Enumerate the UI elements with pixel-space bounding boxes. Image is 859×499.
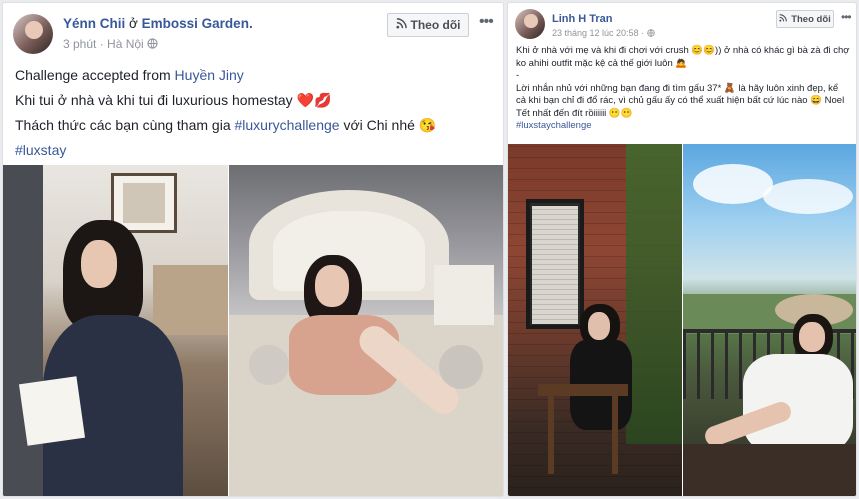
text-line-4: #luxstay bbox=[15, 138, 436, 163]
follow-button[interactable]: Theo dõi bbox=[776, 10, 834, 28]
post-meta: 23 tháng 12 lúc 20:58 · bbox=[552, 28, 655, 39]
text-segment: Khi tui ở nhà và khi tui đi luxurious ho… bbox=[15, 92, 293, 108]
post-header: Yénn Chii ở Embossi Garden. bbox=[63, 16, 253, 31]
post-text: Khi ở nhà với mẹ và khi đi chơi với crus… bbox=[516, 45, 850, 133]
photo-luxury-bed[interactable] bbox=[229, 165, 503, 496]
globe-icon bbox=[147, 38, 158, 52]
post-text: Challenge accepted from Huyền Jiny Khi t… bbox=[15, 63, 436, 163]
location-link[interactable]: Embossi Garden. bbox=[142, 16, 253, 31]
follow-label: Theo dõi bbox=[410, 18, 461, 32]
hashtag-link[interactable]: #luxurychallenge bbox=[235, 117, 340, 133]
hashtag-link[interactable]: #luxstay bbox=[15, 142, 66, 158]
text-line-1: Challenge accepted from Huyền Jiny bbox=[15, 63, 436, 88]
author-avatar[interactable] bbox=[13, 14, 53, 54]
post-time[interactable]: 3 phút bbox=[63, 37, 96, 51]
post-meta: 3 phút · Hà Nội bbox=[63, 37, 158, 52]
more-options-icon[interactable]: ••• bbox=[841, 11, 852, 23]
text-para-2: Lời nhắn nhủ với những bạn đang đi tìm g… bbox=[516, 82, 845, 119]
author-name[interactable]: Linh H Tran bbox=[552, 13, 613, 25]
text-segment: Thách thức các bạn cùng tham gia bbox=[15, 117, 231, 133]
author-name[interactable]: Yénn Chii bbox=[63, 16, 125, 31]
heart-kiss-emoji: ❤️💋 bbox=[296, 92, 332, 108]
mention-link[interactable]: Huyền Jiny bbox=[175, 67, 244, 83]
follow-button[interactable]: Theo dõi bbox=[387, 13, 469, 37]
wink-kiss-emoji: 😘 bbox=[418, 117, 437, 133]
post-place: Hà Nội bbox=[107, 37, 144, 51]
post-yenn-chii: Yénn Chii ở Embossi Garden. 3 phút · Hà … bbox=[2, 2, 504, 497]
hashtag-link[interactable]: #luxstaychallenge bbox=[516, 120, 850, 133]
text-line-3: Thách thức các bạn cùng tham gia #luxury… bbox=[15, 113, 436, 138]
location-prefix: ở bbox=[129, 16, 138, 31]
photo-at-home[interactable] bbox=[3, 165, 228, 496]
rss-follow-icon bbox=[779, 13, 788, 25]
text-line-2: Khi tui ở nhà và khi tui đi luxurious ho… bbox=[15, 88, 436, 113]
post-time[interactable]: 23 tháng 12 lúc 20:58 bbox=[552, 28, 639, 38]
globe-icon bbox=[646, 28, 655, 39]
rss-follow-icon bbox=[395, 18, 407, 32]
follow-label: Theo dõi bbox=[791, 13, 831, 25]
more-options-icon[interactable]: ••• bbox=[479, 14, 494, 30]
text-dash: - bbox=[516, 70, 520, 81]
photo-resort-balcony[interactable] bbox=[683, 144, 856, 496]
author-avatar[interactable] bbox=[515, 9, 545, 39]
text-para-1: Khi ở nhà với mẹ và khi đi chơi với crus… bbox=[516, 45, 850, 69]
photo-at-home[interactable] bbox=[508, 144, 682, 496]
post-linh-h-tran: Linh H Tran 23 tháng 12 lúc 20:58 · Theo… bbox=[507, 2, 857, 497]
text-segment: với Chi nhé bbox=[343, 117, 415, 133]
text-segment: Challenge accepted from bbox=[15, 67, 171, 83]
